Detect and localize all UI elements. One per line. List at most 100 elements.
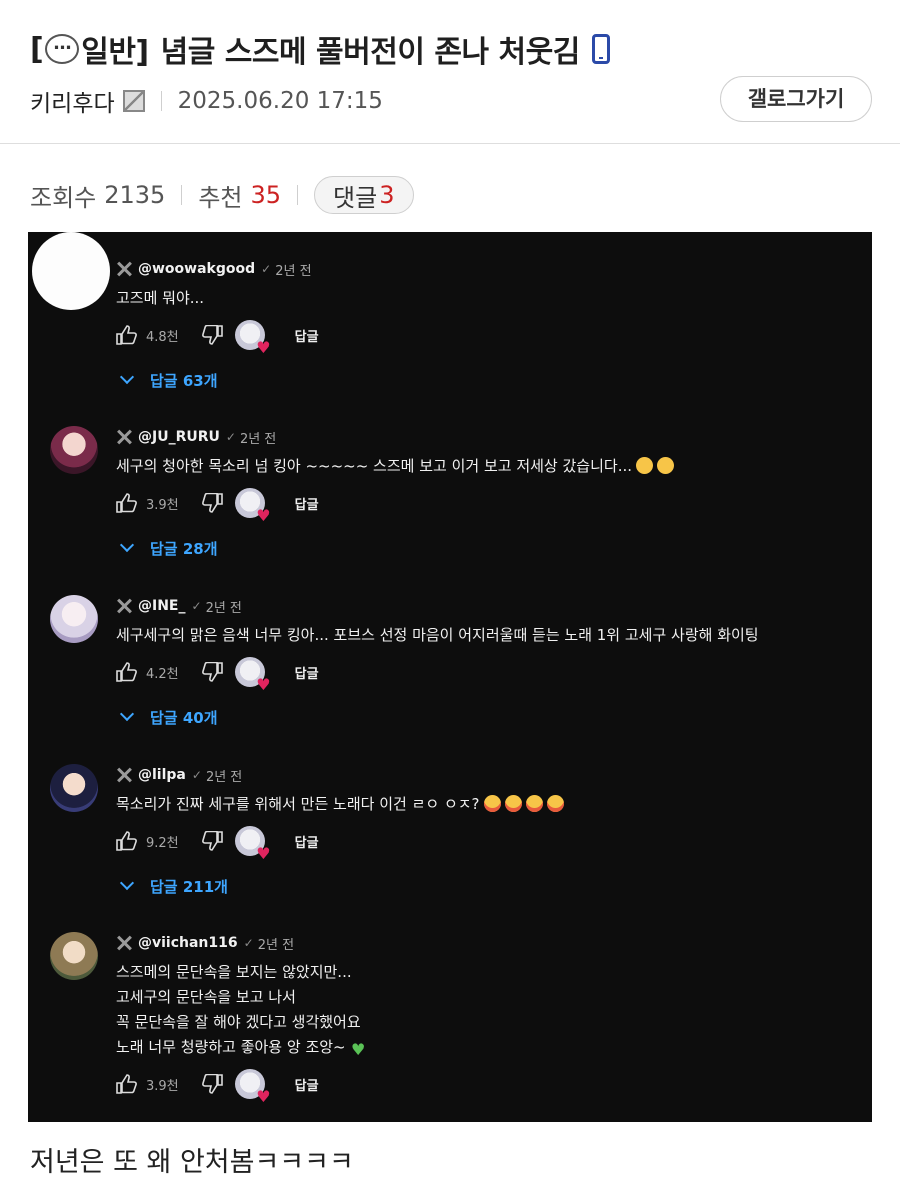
verified-check-icon: ✓: [261, 262, 272, 276]
header-divider: [0, 143, 900, 144]
comments-label: 댓글: [333, 183, 378, 212]
comment-handle: @JU_RURU: [138, 429, 220, 445]
post-date: 2025.06.20 17:15: [177, 88, 383, 114]
comment-actions: 9.2천 답글: [116, 826, 319, 862]
comment-line: 노래 너무 청량하고 좋아용 앙 조앙~ ♥: [116, 1035, 367, 1060]
creator-heart-icon: [234, 320, 271, 356]
thumb-down-icon: [201, 831, 223, 851]
post-stats: 조회수 2135 추천 35 댓글 3: [30, 176, 414, 214]
stats-divider: [297, 185, 299, 205]
title-prefix: [: [30, 31, 44, 67]
close-x-icon: [116, 935, 132, 951]
heart-eyes-emoji-icon: [504, 795, 522, 812]
thumb-up-icon: [116, 831, 138, 851]
crying-emoji-icon: [636, 457, 653, 474]
crying-emoji-icon: [657, 457, 674, 474]
reply-button: 답글: [294, 666, 319, 682]
embedded-screenshot: @woowakgood ✓ 2년 전 고즈메 뭐야... 4.8천 답글 답글 …: [28, 232, 872, 1122]
heart-eyes-emoji-icon: [546, 795, 564, 812]
post-body-text: 저년은 또 왜 안처봄ㅋㅋㅋㅋ: [30, 1147, 354, 1178]
chevron-down-icon: [119, 537, 135, 553]
comment-text: 세구의 청아한 목소리 넘 킹아 ~~~~~ 스즈메 보고 이거 보고 저세상 …: [116, 454, 674, 479]
comment-time: 2년 전: [257, 937, 295, 953]
green-heart-icon: ♥: [350, 1040, 366, 1059]
stats-divider: [181, 185, 183, 205]
reply-button: 답글: [294, 1078, 319, 1094]
creator-heart-icon: [234, 826, 271, 862]
comment-text: 세구세구의 맑은 음색 너무 킹아... 포브스 선정 마음이 어지러울때 듣는…: [116, 623, 759, 648]
close-x-icon: [116, 767, 132, 783]
post-title: [ 일반] 념글 스즈메 풀버전이 존나 처웃김: [30, 26, 610, 72]
thumb-down-icon: [201, 325, 223, 345]
verified-check-icon: ✓: [191, 768, 202, 782]
author-name[interactable]: 키리후다: [30, 84, 115, 118]
replies-toggle: 답글 63개: [119, 368, 218, 392]
views-count: 2135: [104, 181, 166, 209]
comment-time: 2년 전: [205, 769, 243, 785]
comment-header: @viichan116 ✓ 2년 전: [116, 932, 294, 954]
comment-line-text: 세구의 청아한 목소리 넘 킹아 ~~~~~ 스즈메 보고 이거 보고 저세상 …: [116, 457, 632, 475]
comments-button[interactable]: 댓글 3: [314, 176, 414, 214]
replies-count: 답글 40개: [150, 708, 218, 727]
close-x-icon: [116, 261, 132, 277]
creator-heart-icon: [234, 657, 271, 693]
comment-actions: 4.8천 답글: [116, 320, 319, 356]
reply-button: 답글: [294, 329, 319, 345]
comment-handle: @woowakgood: [138, 261, 256, 277]
comment-header: @INE_ ✓ 2년 전: [116, 595, 242, 617]
replies-toggle: 답글 211개: [119, 874, 228, 898]
thumb-up-icon: [116, 1074, 138, 1094]
comment-time: 2년 전: [239, 431, 277, 447]
comment-line: 고세구의 문단속을 보고 나서: [116, 988, 296, 1006]
heart-eyes-emoji-icon: [525, 795, 543, 812]
mobile-icon: [591, 34, 610, 64]
replies-count: 답글 211개: [150, 877, 228, 896]
comment-handle: @INE_: [138, 598, 186, 614]
comment-text: 스즈메의 문단속을 보지는 않았지만... 고세구의 문단속을 보고 나서 꼭 …: [116, 960, 367, 1060]
avatar: [50, 764, 98, 812]
comment-line: 목소리가 진짜 세구를 위해서 만든 노래다 이건 ㄹㅇ ㅇㅈ?: [116, 792, 564, 817]
avatar: [32, 232, 110, 310]
views-label: 조회수: [30, 183, 97, 212]
post-meta: 키리후다 2025.06.20 17:15: [30, 84, 383, 118]
chat-bubble-icon: [45, 33, 80, 64]
comment-text: 목소리가 진짜 세구를 위해서 만든 노래다 이건 ㄹㅇ ㅇㅈ?: [116, 792, 564, 817]
recommend-label: 추천: [198, 183, 243, 212]
avatar: [50, 932, 98, 980]
thumb-down-icon: [201, 1074, 223, 1094]
thumb-up-icon: [116, 493, 138, 513]
like-count: 4.8천: [146, 329, 179, 345]
chevron-down-icon: [119, 875, 135, 891]
comment-actions: 3.9천 답글: [116, 1069, 319, 1105]
avatar: [50, 426, 98, 474]
comment-header: @woowakgood ✓ 2년 전: [116, 258, 312, 280]
chevron-down-icon: [119, 369, 135, 385]
thumb-up-icon: [116, 325, 138, 345]
close-x-icon: [116, 598, 132, 614]
comment-handle: @viichan116: [138, 935, 238, 951]
member-icon: [122, 90, 145, 112]
comment-header: @lilpa ✓ 2년 전: [116, 764, 242, 786]
gallog-button[interactable]: 갤로그가기: [720, 76, 872, 122]
close-x-icon: [116, 429, 132, 445]
like-count: 3.9천: [146, 1078, 179, 1094]
comment-handle: @lilpa: [138, 767, 186, 783]
thumb-up-icon: [116, 662, 138, 682]
verified-check-icon: ✓: [191, 599, 202, 613]
comment-line: 세구의 청아한 목소리 넘 킹아 ~~~~~ 스즈메 보고 이거 보고 저세상 …: [116, 454, 674, 479]
replies-count: 답글 63개: [150, 371, 218, 390]
comment-time: 2년 전: [275, 263, 312, 279]
comment-actions: 3.9천 답글: [116, 488, 319, 524]
reply-button: 답글: [294, 835, 319, 851]
verified-check-icon: ✓: [225, 430, 236, 444]
comment-actions: 4.2천 답글: [116, 657, 319, 693]
title-text: 념글 스즈메 풀버전이 존나 처웃김: [160, 35, 581, 70]
reply-button: 답글: [294, 497, 319, 513]
thumb-down-icon: [201, 662, 223, 682]
like-count: 9.2천: [146, 835, 179, 851]
comment-line: 세구세구의 맑은 음색 너무 킹아... 포브스 선정 마음이 어지러울때 듣는…: [116, 626, 759, 644]
comment-line: 꼭 문단속을 잘 해야 겠다고 생각했어요: [116, 1013, 361, 1031]
comments-count: 3: [379, 181, 395, 209]
comment-line: 고즈메 뭐야...: [116, 289, 205, 307]
recommend-count: 35: [250, 181, 282, 209]
